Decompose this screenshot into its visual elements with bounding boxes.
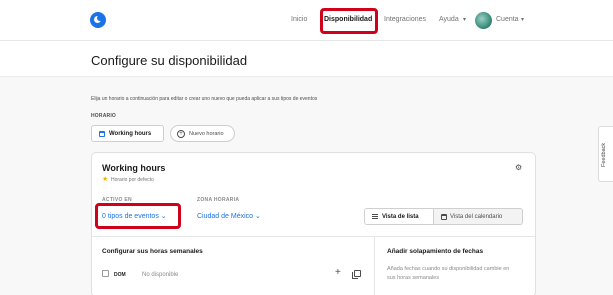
horario-label: HORARIO — [91, 113, 117, 119]
timezone-label: ZONA HORARIA — [197, 197, 240, 203]
cuenta-chevron-down-icon: ▾ — [521, 17, 525, 23]
timezone-dropdown[interactable]: Ciudad de México ⌄ — [197, 212, 261, 220]
list-icon — [372, 214, 378, 219]
gear-icon[interactable]: ⚙ — [515, 163, 522, 172]
divider — [92, 236, 535, 237]
star-icon: ★ — [102, 176, 109, 183]
calendar-icon — [99, 130, 105, 137]
list-view-button[interactable]: Vista de lista — [365, 209, 434, 224]
highlight-box-event-types — [95, 203, 181, 229]
feedback-tab[interactable]: Feedback — [598, 126, 613, 182]
intro-text: Elija un horario a continuación para edi… — [91, 96, 318, 102]
date-overrides-title: Añadir solapamiento de fechas — [387, 248, 484, 255]
schedule-button-label: Working hours — [109, 130, 152, 137]
list-view-label: Vista de lista — [382, 213, 419, 220]
highlight-box-disponibilidad — [320, 8, 378, 34]
sunday-checkbox[interactable] — [102, 270, 109, 277]
unavailable-label: No disponible — [142, 272, 179, 278]
nav-cuenta[interactable]: Cuenta — [496, 16, 519, 23]
weekly-hours-title: Configurar sus horas semanales — [102, 248, 203, 255]
date-overrides-description: Añada fechas cuando su disponibilidad ca… — [387, 266, 510, 281]
calendly-logo-icon[interactable] — [90, 12, 106, 28]
timezone-value: Ciudad de México — [197, 213, 254, 220]
top-navigation-bar: Inicio Disponibilidad Integraciones Ayud… — [0, 0, 613, 41]
ayuda-chevron-down-icon: ▾ — [463, 17, 467, 23]
chevron-down-icon: ⌄ — [254, 213, 261, 220]
card-title: Working hours — [102, 163, 166, 173]
default-schedule-label: Horario por defecto — [111, 177, 154, 183]
nav-ayuda[interactable]: Ayuda — [439, 16, 459, 23]
divider — [374, 236, 375, 295]
page-title: Configure su disponibilidad — [91, 53, 248, 68]
nav-integraciones[interactable]: Integraciones — [384, 16, 426, 23]
avatar[interactable] — [475, 12, 492, 29]
new-schedule-button[interactable]: + Nuevo horario — [170, 125, 235, 142]
copy-icon[interactable] — [352, 270, 361, 279]
plus-circle-icon: + — [177, 129, 185, 138]
feedback-label: Feedback — [601, 142, 607, 167]
add-interval-icon[interactable]: + — [335, 268, 341, 278]
new-schedule-label: Nuevo horario — [189, 130, 224, 137]
nav-inicio[interactable]: Inicio — [291, 16, 307, 23]
day-label: DOM — [114, 272, 126, 278]
calendar-view-label: Vista del calendario — [450, 213, 503, 220]
calendar-icon — [441, 213, 447, 220]
schedule-working-hours-button[interactable]: Working hours — [91, 125, 164, 142]
calendar-view-button[interactable]: Vista del calendario — [437, 209, 522, 224]
